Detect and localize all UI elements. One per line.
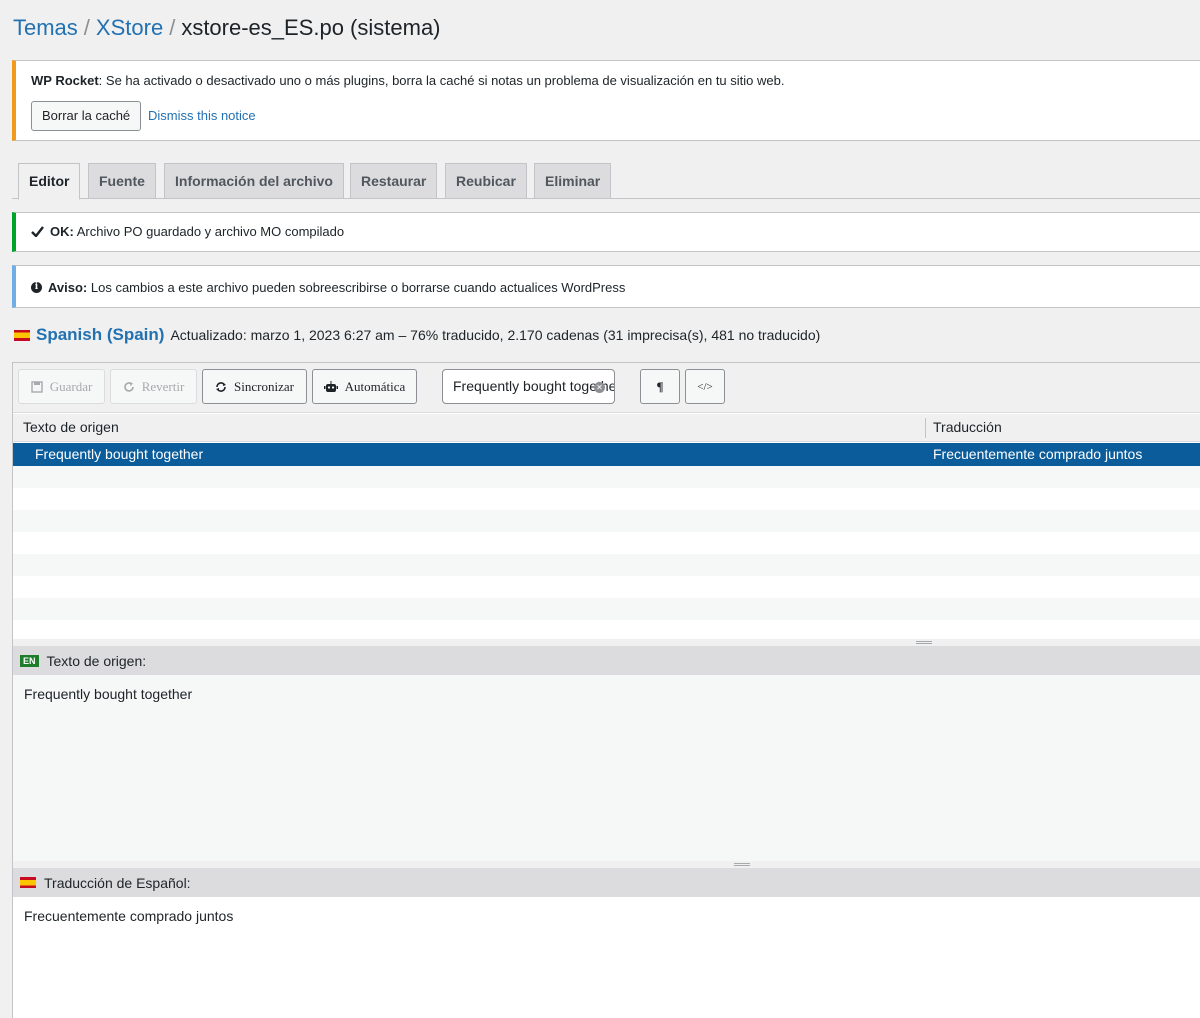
row-translation-text: Frecuentemente comprado juntos: [933, 446, 1143, 462]
pane-splitter-handle[interactable]: [13, 861, 1200, 868]
wp-rocket-message: WP Rocket: Se ha activado o desactivado …: [31, 73, 784, 88]
table-row[interactable]: [13, 488, 1200, 510]
column-divider[interactable]: [925, 418, 926, 438]
row-source-text: Frequently bought together: [35, 446, 204, 462]
wp-rocket-notice: WP Rocket: Se ha activado o desactivado …: [12, 60, 1200, 141]
tab-source[interactable]: Fuente: [88, 163, 156, 199]
toggle-code-button[interactable]: </>: [685, 369, 725, 404]
warning-notice: i Aviso: Los cambios a este archivo pued…: [12, 265, 1200, 308]
wp-rocket-brand: WP Rocket: [31, 73, 99, 88]
table-row[interactable]: [13, 598, 1200, 620]
ok-text: Archivo PO guardado y archivo MO compila…: [76, 224, 345, 239]
po-editor: Guardar Revertir Sincronizar Automática …: [12, 362, 1200, 1018]
translation-textarea[interactable]: Frecuentemente comprado juntos: [13, 897, 1200, 1018]
strings-table-header: Texto de origen Traducción: [13, 414, 1200, 442]
column-translation[interactable]: Traducción: [933, 419, 1002, 435]
warning-text: Los cambios a este archivo pueden sobree…: [90, 280, 626, 295]
language-link[interactable]: Spanish (Spain): [36, 325, 164, 345]
breadcrumb: Temas / XStore / xstore-es_ES.po (sistema): [13, 14, 441, 42]
file-tabs: Editor Fuente Información del archivo Re…: [12, 163, 1200, 200]
checkmark-icon: [31, 226, 44, 237]
table-row[interactable]: [13, 510, 1200, 532]
tab-restore[interactable]: Restaurar: [350, 163, 438, 199]
grip-icon: [916, 641, 932, 644]
toggle-invisibles-button[interactable]: ¶: [640, 369, 680, 404]
source-text-pane: Frequently bought together: [13, 675, 1200, 861]
revert-label: Revertir: [141, 378, 185, 394]
breadcrumb-separator: /: [169, 15, 176, 40]
language-info: Spanish (Spain) Actualizado: marzo 1, 20…: [14, 325, 820, 345]
source-pane-header: EN Texto de origen:: [13, 646, 1200, 675]
save-icon: [31, 380, 43, 393]
tab-editor[interactable]: Editor: [18, 163, 81, 200]
breadcrumb-themes-link[interactable]: Temas: [13, 15, 78, 40]
tab-relocate[interactable]: Reubicar: [445, 163, 527, 199]
table-row[interactable]: [13, 532, 1200, 554]
english-badge: EN: [20, 654, 39, 667]
dismiss-notice-link[interactable]: Dismiss this notice: [148, 108, 256, 123]
tab-delete[interactable]: Eliminar: [534, 163, 612, 199]
wp-rocket-text: : Se ha activado o desactivado uno o más…: [98, 73, 785, 88]
ok-notice: OK: Archivo PO guardado y archivo MO com…: [12, 212, 1200, 252]
sync-icon: [216, 381, 227, 392]
table-row[interactable]: [13, 554, 1200, 576]
translation-pane-header: Traducción de Español:: [13, 868, 1200, 897]
auto-translate-button[interactable]: Automática: [312, 369, 417, 404]
translation-pane-label: Traducción de Español:: [44, 874, 191, 891]
source-pane-label: Texto de origen:: [46, 652, 147, 669]
breadcrumb-current: xstore-es_ES.po (sistema): [181, 15, 441, 40]
language-stats: Actualizado: marzo 1, 2023 6:27 am – 76%…: [170, 327, 821, 343]
clear-cache-button[interactable]: Borrar la caché: [31, 101, 142, 131]
revert-icon: [123, 381, 134, 392]
table-row-selected[interactable]: Frequently bought together Frecuentement…: [13, 443, 1200, 466]
ok-label: OK:: [50, 224, 74, 239]
tab-file-info[interactable]: Información del archivo: [164, 163, 344, 199]
editor-toolbar: Guardar Revertir Sincronizar Automática …: [13, 363, 1200, 413]
breadcrumb-xstore-link[interactable]: XStore: [96, 15, 163, 40]
save-label: Guardar: [49, 378, 93, 394]
column-source[interactable]: Texto de origen: [23, 419, 119, 435]
breadcrumb-separator: /: [83, 15, 90, 40]
spain-flag-icon: [20, 877, 36, 888]
table-row[interactable]: [13, 576, 1200, 598]
sync-label: Sincronizar: [234, 378, 294, 394]
spain-flag-icon: [14, 329, 30, 341]
info-icon: i: [31, 282, 42, 293]
save-button[interactable]: Guardar: [18, 369, 105, 404]
table-row[interactable]: [13, 466, 1200, 488]
sync-button[interactable]: Sincronizar: [202, 369, 307, 404]
strings-list: Frequently bought together Frecuentement…: [13, 443, 1200, 639]
search-input[interactable]: Frequently bought together: [442, 369, 615, 404]
revert-button[interactable]: Revertir: [110, 369, 197, 404]
grip-icon: [734, 863, 750, 866]
list-splitter-handle[interactable]: [13, 639, 1200, 646]
warning-label: Aviso:: [48, 280, 88, 295]
auto-translate-label: Automática: [344, 378, 406, 394]
robot-icon: [323, 380, 338, 392]
search-clear-icon[interactable]: ✕: [594, 382, 605, 393]
